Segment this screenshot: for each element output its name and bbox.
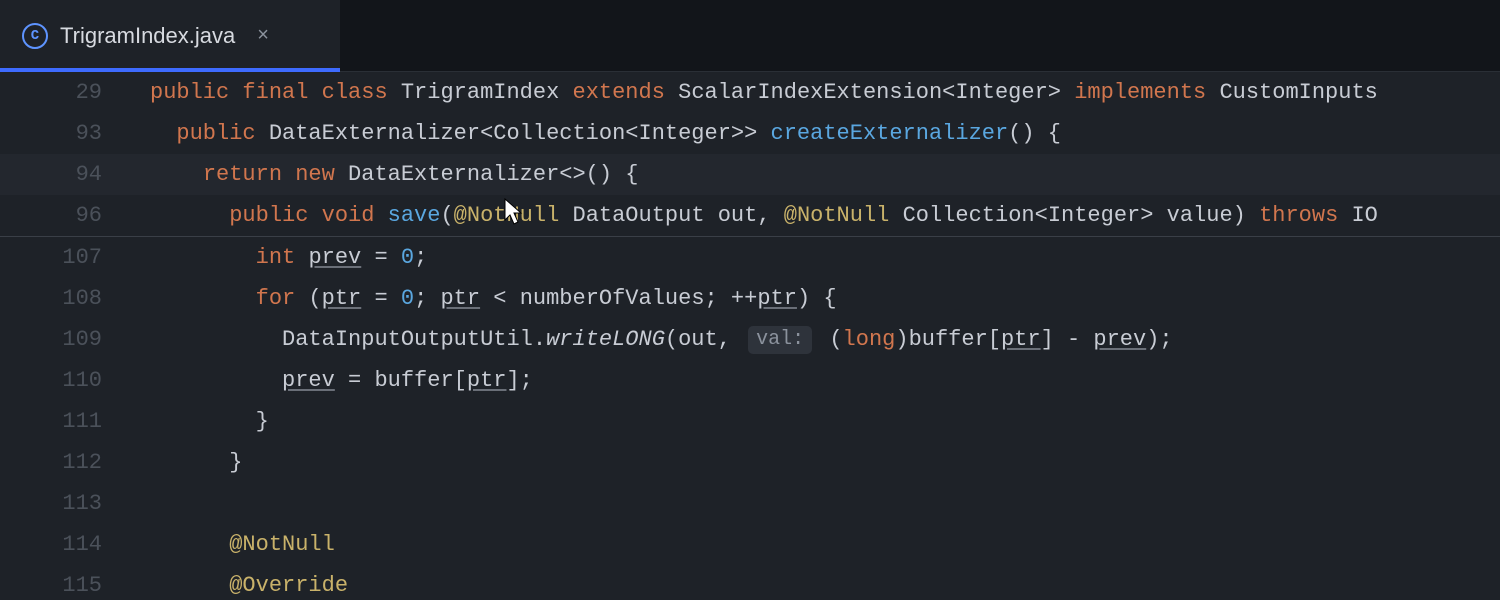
close-icon[interactable]: ×	[257, 24, 269, 47]
code-line[interactable]: 114 @NotNull	[0, 524, 1500, 565]
code-line[interactable]: 96 public void save(@NotNull DataOutput …	[0, 195, 1500, 236]
parameter-hint: val:	[748, 326, 812, 354]
code-line[interactable]: 107 int prev = 0;	[0, 237, 1500, 278]
code-line[interactable]: 115 @Override	[0, 565, 1500, 600]
line-number: 29	[0, 72, 150, 113]
line-number: 115	[0, 565, 150, 600]
line-number: 113	[0, 483, 150, 524]
line-number: 94	[0, 154, 150, 195]
code-line[interactable]: 93 public DataExternalizer<Collection<In…	[0, 113, 1500, 154]
line-number: 93	[0, 113, 150, 154]
tab-active-indicator	[0, 68, 340, 72]
line-number: 107	[0, 237, 150, 278]
line-number: 112	[0, 442, 150, 483]
line-number: 110	[0, 360, 150, 401]
sticky-scroll-header: 29 public final class TrigramIndex exten…	[0, 72, 1500, 237]
code-line[interactable]: 29 public final class TrigramIndex exten…	[0, 72, 1500, 113]
code-line[interactable]: 108 for (ptr = 0; ptr < numberOfValues; …	[0, 278, 1500, 319]
code-line-current[interactable]: 94 return new DataExternalizer<>() {	[0, 154, 1500, 195]
tab-title: TrigramIndex.java	[60, 23, 235, 49]
code-line[interactable]: 112 }	[0, 442, 1500, 483]
code-editor[interactable]: 29 public final class TrigramIndex exten…	[0, 72, 1500, 600]
code-line[interactable]: 109 DataInputOutputUtil.writeLONG(out, v…	[0, 319, 1500, 360]
line-number: 96	[0, 195, 150, 236]
editor-tab-active[interactable]: C TrigramIndex.java ×	[0, 0, 340, 71]
line-number: 111	[0, 401, 150, 442]
java-class-icon: C	[22, 23, 48, 49]
tab-bar: C TrigramIndex.java ×	[0, 0, 1500, 72]
line-number: 109	[0, 319, 150, 360]
code-line[interactable]: 110 prev = buffer[ptr];	[0, 360, 1500, 401]
line-number: 108	[0, 278, 150, 319]
code-line[interactable]: 113	[0, 483, 1500, 524]
code-line[interactable]: 111 }	[0, 401, 1500, 442]
line-number: 114	[0, 524, 150, 565]
